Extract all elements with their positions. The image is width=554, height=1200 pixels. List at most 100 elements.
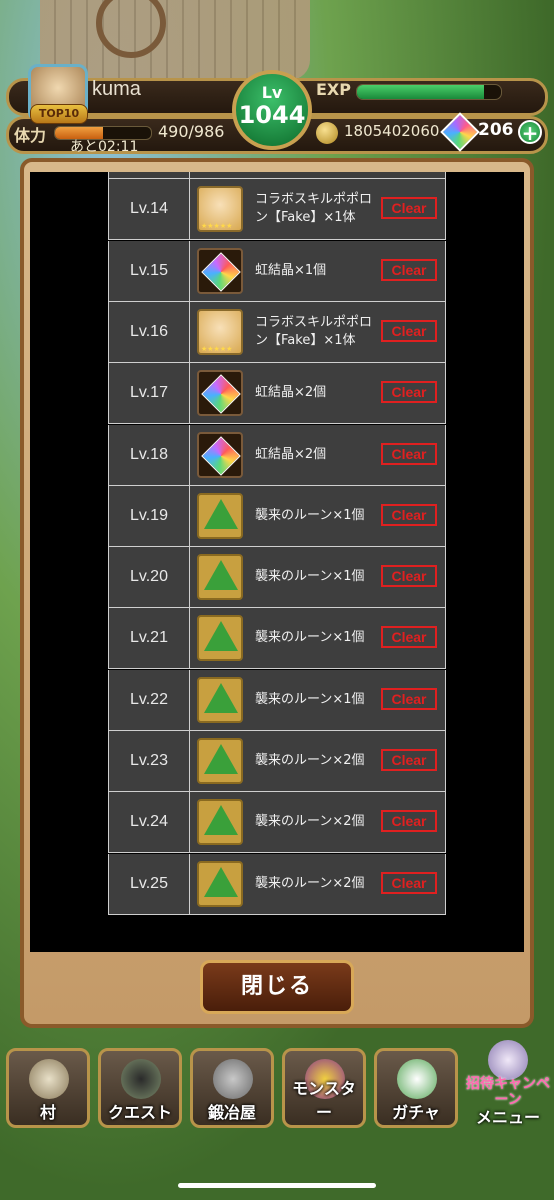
reward-level: Lv.14 [109, 179, 190, 240]
clear-badge: Clear [381, 871, 437, 894]
stamina-timer: あと02:11 [70, 139, 139, 155]
nav-monster[interactable]: モンスター [282, 1048, 366, 1128]
reward-text: コラボスキルポポロン【Fake】×1体 [255, 192, 373, 226]
character-icon [488, 1040, 528, 1080]
egg-icon [397, 1059, 437, 1099]
rune-icon [197, 492, 243, 539]
reward-level: Lv.13 [109, 172, 190, 178]
rune-icon [197, 676, 243, 723]
level-badge: Lv 1044 [232, 70, 312, 150]
rewards-list-viewport[interactable]: Lv.13 虹結晶×1個 Clear Lv.14 コラボスキルポポロン【Fake】×1体… [30, 172, 524, 952]
reward-row: Lv.14 コラボスキルポポロン【Fake】×1体 Clear [108, 179, 446, 241]
exp-bar [356, 84, 502, 100]
exp-label: EXP [316, 80, 351, 99]
reward-text: 襲来のルーン×2個 [255, 753, 365, 768]
level-label: Lv [261, 83, 283, 102]
clear-badge: Clear [381, 626, 437, 649]
nav-gacha[interactable]: ガチャ [374, 1048, 458, 1128]
reward-text: 虹結晶×2個 [255, 446, 327, 462]
reward-level: Lv.20 [109, 547, 190, 608]
reward-text: 虹結晶×1個 [255, 262, 327, 278]
clear-badge: Clear [381, 749, 437, 771]
reward-level: Lv.17 [109, 363, 190, 424]
character-icon [197, 186, 243, 233]
reward-row: Lv.18 虹結晶×2個 Clear [108, 424, 446, 486]
nav-label: モンスター [292, 1079, 356, 1122]
nav-menu[interactable]: 招待キャンペーン メニュー [464, 1040, 552, 1130]
clear-badge: Clear [381, 319, 437, 342]
nav-label: 鍛冶屋 [207, 1103, 256, 1122]
clear-badge: Clear [381, 503, 437, 526]
reward-row: Lv.25 襲来のルーン×2個 Clear [108, 853, 446, 915]
reward-level: Lv.25 [109, 853, 190, 914]
nav-quest[interactable]: クエスト [98, 1048, 182, 1128]
reward-level: Lv.16 [109, 301, 190, 362]
reward-text: 襲来のルーン×1個 [255, 691, 365, 707]
reward-text: 襲来のルーン×2個 [255, 875, 365, 891]
reward-text: コラボスキルポポロン【Fake】×1体 [255, 314, 373, 348]
reward-row: Lv.17 虹結晶×2個 Clear [108, 363, 446, 425]
stamina-label: 体力 [14, 126, 47, 145]
nav-label: メニュー [475, 1108, 540, 1127]
clear-badge: Clear [381, 687, 437, 710]
close-button[interactable]: 閉じる [200, 960, 354, 1014]
clear-badge: Clear [381, 258, 437, 281]
reward-level: Lv.18 [109, 424, 190, 485]
reward-row: Lv.24 襲来のルーン×2個 Clear [108, 792, 446, 854]
reward-level: Lv.22 [109, 669, 190, 730]
add-gems-button[interactable]: + [518, 120, 542, 145]
reward-row: Lv.22 襲来のルーン×1個 Clear [108, 669, 446, 731]
reward-row: Lv.19 襲来のルーン×1個 Clear [108, 485, 446, 547]
reward-row: Lv.23 襲来のルーン×2個 Clear [108, 731, 446, 792]
reward-text: 襲来のルーン×2個 [255, 814, 365, 830]
gem-count: 206 [478, 120, 514, 140]
reward-text: 襲来のルーン×1個 [255, 569, 365, 585]
reward-row: Lv.13虹結晶×1個Clear [108, 172, 446, 179]
reward-row: Lv.15 虹結晶×1個 Clear [108, 240, 446, 302]
crystal-icon [197, 247, 243, 294]
rune-icon [197, 615, 243, 662]
reward-level: Lv.23 [109, 731, 190, 791]
username: kuma [92, 78, 141, 100]
reward-level: Lv.24 [109, 792, 190, 853]
clear-badge: Clear [381, 381, 437, 404]
rune-icon [197, 738, 243, 784]
hammer-icon [213, 1059, 253, 1099]
crystal-icon [197, 370, 243, 417]
bottom-nav: 村 クエスト 鍛冶屋 モンスター ガチャ 招待キャンペーン メニュー [0, 1040, 554, 1130]
clear-badge: Clear [381, 565, 437, 588]
rune-icon [197, 799, 243, 846]
home-indicator[interactable] [178, 1183, 376, 1188]
reward-text: 虹結晶×1個 [255, 172, 381, 178]
nav-label: 村 [39, 1103, 56, 1122]
stamina-value: 490/986 [158, 122, 225, 141]
level-value: 1044 [238, 101, 306, 129]
clear-badge: Clear [381, 442, 437, 465]
reward-text: 虹結晶×2個 [255, 385, 327, 401]
exp-bar-fill [357, 85, 484, 99]
rune-icon [197, 860, 243, 907]
clear-badge: Clear [381, 197, 437, 220]
status-bar: TOP10 kuma EXP 体力 あと02:11 490/986 180540… [0, 64, 554, 160]
coin-count: 1805402060 [344, 122, 440, 140]
nav-label: クエスト [107, 1103, 172, 1122]
reward-row: Lv.16 コラボスキルポポロン【Fake】×1体 Clear [108, 301, 446, 363]
rune-icon [197, 554, 243, 601]
reward-level: Lv.19 [109, 485, 190, 546]
reward-text: 襲来のルーン×1個 [255, 630, 365, 646]
nav-blacksmith[interactable]: 鍛冶屋 [190, 1048, 274, 1128]
rank-badge: TOP10 [30, 104, 88, 124]
village-icon [29, 1059, 69, 1099]
nav-village[interactable]: 村 [6, 1048, 90, 1128]
crystal-icon [197, 431, 243, 478]
clear-badge: Clear [381, 810, 437, 833]
reward-row: Lv.20 襲来のルーン×1個 Clear [108, 547, 446, 609]
nav-label: ガチャ [392, 1103, 440, 1122]
cave-icon [121, 1059, 161, 1099]
reward-row: Lv.21 襲来のルーン×1個 Clear [108, 608, 446, 670]
reward-level: Lv.15 [109, 240, 190, 301]
reward-text: 襲来のルーン×1個 [255, 507, 365, 523]
character-icon [197, 308, 243, 355]
coin-icon [316, 122, 338, 144]
reward-level: Lv.21 [109, 608, 190, 669]
